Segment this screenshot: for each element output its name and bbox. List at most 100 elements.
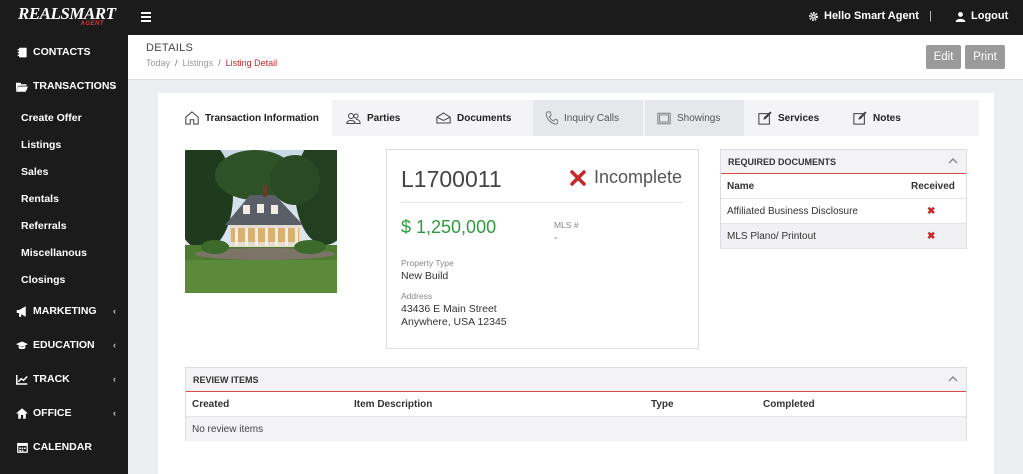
breadcrumb-current: Listing Detail bbox=[225, 58, 278, 68]
sidebar-label-contacts: CONTACTS bbox=[33, 46, 91, 58]
tab-label: Showings bbox=[677, 112, 721, 124]
sidebar: CONTACTS TRANSACTIONS ⌄ Create Offer Lis… bbox=[0, 35, 128, 474]
divider bbox=[401, 202, 683, 203]
page-title: DETAILS bbox=[146, 42, 194, 54]
sidebar-label-calendar: CALENDAR bbox=[33, 441, 92, 453]
sidebar-label-track: TRACK bbox=[33, 373, 70, 385]
tab-transaction-information[interactable]: Transaction Information bbox=[176, 100, 332, 136]
tab-showings[interactable]: Showings bbox=[645, 100, 744, 136]
tab-label: Documents bbox=[457, 112, 512, 124]
home-icon bbox=[16, 407, 28, 419]
panel-header[interactable]: REQUIRED DOCUMENTS bbox=[721, 150, 966, 174]
address-label: Address bbox=[401, 291, 433, 301]
tab-inquiry-calls[interactable]: Inquiry Calls bbox=[533, 100, 643, 136]
table-row[interactable]: Affiliated Business Disclosure ✖ bbox=[721, 199, 966, 224]
brand-sub: AGENT bbox=[80, 21, 104, 27]
sidebar-item-referrals[interactable]: Referrals bbox=[21, 220, 67, 232]
tab-services[interactable]: Services bbox=[744, 100, 839, 136]
line-chart-icon bbox=[16, 374, 28, 385]
listing-photo[interactable] bbox=[185, 150, 337, 293]
edit-button[interactable]: Edit bbox=[926, 45, 961, 69]
chevron-left-icon: ‹ bbox=[113, 340, 116, 350]
breadcrumb-listings[interactable]: Listings bbox=[183, 58, 214, 68]
calendar-icon bbox=[16, 442, 28, 453]
house-icon bbox=[185, 111, 199, 125]
users-icon bbox=[346, 112, 361, 124]
column-received: Received bbox=[911, 180, 955, 192]
review-items-panel: REVIEW ITEMS Created Item Description Ty… bbox=[185, 367, 967, 441]
greeting-text: Hello Smart Agent bbox=[824, 10, 919, 22]
table-row[interactable]: MLS Plano/ Printout ✖ bbox=[721, 224, 966, 249]
sidebar-item-miscellanous[interactable]: Miscellanous bbox=[21, 247, 87, 259]
not-received-icon: ✖ bbox=[927, 205, 936, 217]
folder-open-icon bbox=[16, 81, 28, 92]
tab-bar: Transaction Information Parties Document… bbox=[176, 100, 979, 136]
chevron-up-icon[interactable] bbox=[948, 374, 958, 384]
sidebar-item-marketing[interactable]: MARKETING ‹ bbox=[0, 300, 128, 322]
logout-button[interactable]: Logout bbox=[955, 10, 1008, 22]
graduation-cap-icon bbox=[16, 340, 28, 351]
close-icon bbox=[570, 169, 586, 186]
tab-notes[interactable]: Notes bbox=[839, 100, 929, 136]
sidebar-item-sales[interactable]: Sales bbox=[21, 166, 48, 178]
listing-summary: L1700011 Incomplete $ 1,250,000 MLS # - … bbox=[386, 149, 699, 349]
sidebar-item-listings[interactable]: Listings bbox=[21, 139, 61, 151]
column-completed: Completed bbox=[763, 399, 815, 410]
panel-title: REQUIRED DOCUMENTS bbox=[728, 156, 837, 167]
picture-icon bbox=[657, 112, 671, 124]
envelope-open-icon bbox=[436, 112, 451, 124]
sidebar-item-rentals[interactable]: Rentals bbox=[21, 193, 59, 205]
edit-icon bbox=[758, 111, 772, 125]
topbar-divider: | bbox=[929, 10, 932, 22]
tab-label: Transaction Information bbox=[205, 112, 319, 124]
column-created: Created bbox=[192, 399, 230, 410]
brand-name: REALSMART bbox=[18, 4, 116, 23]
document-name: MLS Plano/ Printout bbox=[727, 230, 816, 242]
edit-icon bbox=[853, 111, 867, 125]
chevron-left-icon: ‹ bbox=[113, 306, 116, 316]
user-greeting[interactable]: Hello Smart Agent bbox=[808, 10, 919, 22]
sidebar-item-contacts[interactable]: CONTACTS bbox=[0, 41, 128, 63]
column-type: Type bbox=[651, 399, 674, 410]
page-header: DETAILS Today / Listings / Listing Detail Ed… bbox=[128, 35, 1023, 80]
sidebar-label-office: OFFICE bbox=[33, 407, 72, 419]
sidebar-item-create-offer[interactable]: Create Offer bbox=[21, 112, 82, 124]
sidebar-item-transactions[interactable]: TRANSACTIONS ⌄ bbox=[0, 75, 128, 97]
menu-toggle-icon[interactable] bbox=[141, 10, 151, 24]
chevron-down-icon: ⌄ bbox=[108, 80, 116, 91]
print-button[interactable]: Print bbox=[965, 45, 1005, 69]
listing-card: Transaction Information Parties Document… bbox=[158, 93, 994, 474]
column-name: Name bbox=[727, 180, 755, 192]
panel-title: REVIEW ITEMS bbox=[193, 374, 259, 385]
tab-label: Services bbox=[778, 112, 820, 124]
logout-label: Logout bbox=[971, 10, 1009, 22]
top-bar: REALSMART AGENT Hello Smart Agent | Logo… bbox=[0, 0, 1023, 35]
address-book-icon bbox=[16, 47, 28, 58]
sidebar-item-office[interactable]: OFFICE ‹ bbox=[0, 402, 128, 424]
chevron-left-icon: ‹ bbox=[113, 408, 116, 418]
listing-id: L1700011 bbox=[401, 166, 502, 192]
status-text: Incomplete bbox=[594, 167, 683, 187]
empty-state: No review items bbox=[186, 417, 966, 441]
breadcrumb-today[interactable]: Today bbox=[146, 58, 170, 68]
property-type-value: New Build bbox=[401, 270, 449, 282]
chevron-up-icon[interactable] bbox=[948, 156, 958, 166]
tab-parties[interactable]: Parties bbox=[332, 100, 420, 136]
sidebar-item-calendar[interactable]: CALENDAR bbox=[0, 436, 128, 458]
breadcrumb: Today / Listings / Listing Detail bbox=[146, 58, 278, 68]
tab-label: Inquiry Calls bbox=[564, 112, 620, 124]
phone-icon bbox=[545, 111, 558, 125]
not-received-icon: ✖ bbox=[927, 230, 936, 242]
panel-header[interactable]: REVIEW ITEMS bbox=[186, 368, 966, 392]
tab-documents[interactable]: Documents bbox=[420, 100, 533, 136]
gear-icon bbox=[809, 11, 818, 21]
sidebar-item-closings[interactable]: Closings bbox=[21, 274, 65, 286]
chevron-left-icon: ‹ bbox=[113, 374, 116, 384]
sidebar-item-education[interactable]: EDUCATION ‹ bbox=[0, 334, 128, 356]
sidebar-item-track[interactable]: TRACK ‹ bbox=[0, 368, 128, 390]
listing-price: $ 1,250,000 bbox=[401, 217, 497, 237]
brand-logo[interactable]: REALSMART AGENT bbox=[18, 4, 116, 29]
property-type-label: Property Type bbox=[401, 258, 454, 268]
sidebar-label-marketing: MARKETING bbox=[33, 305, 97, 317]
table-header: Created Item Description Type Completed bbox=[186, 392, 966, 417]
